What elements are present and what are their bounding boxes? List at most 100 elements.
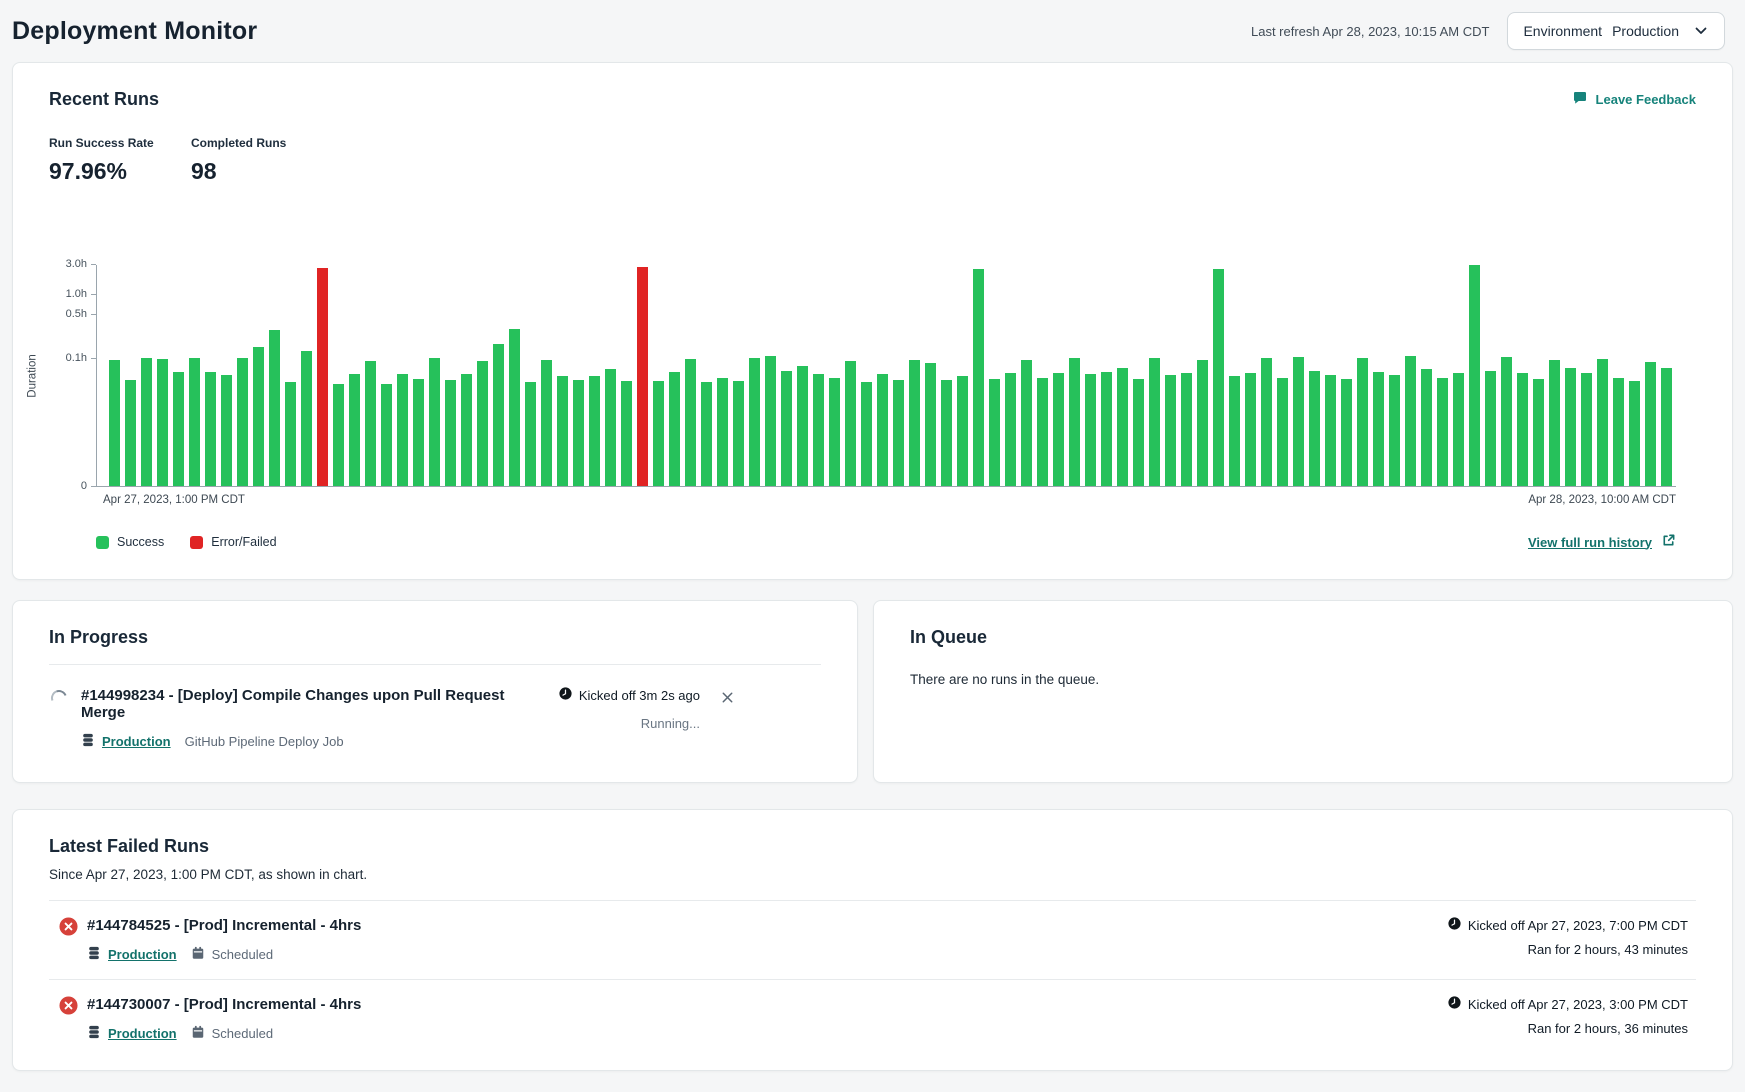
chart-bar-success[interactable] [1261, 358, 1272, 486]
chart-bar-success[interactable] [1197, 360, 1208, 486]
chart-bar-success[interactable] [701, 382, 712, 486]
chart-bar-success[interactable] [1325, 375, 1336, 486]
chart-bar-success[interactable] [1053, 373, 1064, 486]
chart-bar-success[interactable] [205, 372, 216, 486]
chart-bar-success[interactable] [1645, 362, 1656, 486]
chart-bar-success[interactable] [237, 358, 248, 486]
chart-bar-success[interactable] [1229, 376, 1240, 486]
chart-bar-success[interactable] [877, 374, 888, 486]
chart-bar-success[interactable] [1565, 368, 1576, 486]
chart-bar-success[interactable] [301, 351, 312, 486]
chart-bar-success[interactable] [861, 382, 872, 486]
chart-bar-success[interactable] [893, 380, 904, 486]
chart-bar-failed[interactable] [317, 268, 328, 486]
chart-bar-success[interactable] [733, 381, 744, 486]
chart-bar-success[interactable] [1165, 375, 1176, 486]
chart-bar-success[interactable] [781, 371, 792, 486]
environment-link[interactable]: Production [102, 734, 171, 749]
chart-bar-success[interactable] [1037, 378, 1048, 486]
chart-bar-success[interactable] [509, 329, 520, 486]
chart-bar-failed[interactable] [637, 267, 648, 486]
chart-bar-success[interactable] [285, 382, 296, 486]
chart-bar-success[interactable] [1293, 357, 1304, 486]
environment-link[interactable]: Production [108, 1026, 177, 1041]
chart-bar-success[interactable] [1245, 373, 1256, 486]
chart-bar-success[interactable] [189, 358, 200, 486]
chart-bar-success[interactable] [1549, 360, 1560, 486]
chart-bar-success[interactable] [461, 374, 472, 486]
chart-bar-success[interactable] [445, 380, 456, 486]
chart-bar-success[interactable] [1517, 373, 1528, 486]
chart-bar-success[interactable] [1533, 379, 1544, 486]
chart-bar-success[interactable] [797, 366, 808, 486]
chart-bar-success[interactable] [157, 359, 168, 486]
chart-bar-success[interactable] [589, 376, 600, 486]
chart-bar-success[interactable] [333, 384, 344, 486]
chart-bar-success[interactable] [1069, 358, 1080, 486]
chart-bar-success[interactable] [1373, 372, 1384, 486]
chart-bar-success[interactable] [1085, 374, 1096, 486]
chart-bar-success[interactable] [765, 356, 776, 486]
chart-bar-success[interactable] [845, 361, 856, 486]
chart-bar-success[interactable] [1117, 368, 1128, 486]
chart-bar-success[interactable] [1101, 372, 1112, 486]
chart-bar-success[interactable] [477, 361, 488, 486]
chart-bar-success[interactable] [973, 269, 984, 486]
chart-bar-success[interactable] [669, 372, 680, 486]
chart-bar-success[interactable] [269, 330, 280, 486]
chart-bar-success[interactable] [829, 378, 840, 486]
chart-bar-success[interactable] [381, 384, 392, 486]
chart-bar-success[interactable] [1277, 378, 1288, 486]
chart-bar-success[interactable] [125, 380, 136, 486]
chart-bar-success[interactable] [1421, 369, 1432, 486]
chart-bar-success[interactable] [1181, 373, 1192, 486]
chart-bar-success[interactable] [1005, 373, 1016, 486]
chart-bar-success[interactable] [397, 374, 408, 486]
chart-bar-success[interactable] [1357, 358, 1368, 486]
chart-bar-success[interactable] [1469, 265, 1480, 486]
environment-link[interactable]: Production [108, 947, 177, 962]
chart-bar-success[interactable] [621, 381, 632, 486]
chart-bar-success[interactable] [1581, 373, 1592, 486]
chart-bar-success[interactable] [413, 379, 424, 486]
chart-bar-success[interactable] [1453, 373, 1464, 486]
chart-bar-success[interactable] [173, 372, 184, 486]
close-button[interactable] [718, 688, 737, 710]
view-history-link[interactable]: View full run history [1528, 533, 1676, 551]
chart-bar-success[interactable] [1597, 359, 1608, 486]
chart-bar-success[interactable] [557, 376, 568, 486]
chart-bar-success[interactable] [365, 361, 376, 486]
chart-bar-success[interactable] [605, 369, 616, 486]
chart-bar-success[interactable] [1629, 381, 1640, 486]
chart-bar-success[interactable] [253, 347, 264, 486]
chart-bar-success[interactable] [109, 360, 120, 486]
chart-bar-success[interactable] [909, 360, 920, 486]
chart-bar-success[interactable] [957, 376, 968, 486]
chart-bar-success[interactable] [141, 358, 152, 486]
chart-bar-success[interactable] [941, 380, 952, 486]
chart-bar-success[interactable] [349, 374, 360, 486]
chart-bar-success[interactable] [493, 344, 504, 486]
chart-bar-success[interactable] [1501, 357, 1512, 486]
chart-bar-success[interactable] [989, 379, 1000, 486]
chart-bar-success[interactable] [1613, 378, 1624, 486]
chart-bar-success[interactable] [1213, 269, 1224, 486]
chart-bar-success[interactable] [1341, 379, 1352, 486]
chart-bar-success[interactable] [221, 375, 232, 486]
chart-bar-success[interactable] [541, 360, 552, 486]
chart-bar-success[interactable] [813, 374, 824, 486]
chart-bar-success[interactable] [1485, 371, 1496, 486]
chart-bar-success[interactable] [749, 358, 760, 486]
chart-bar-success[interactable] [525, 382, 536, 486]
chart-bar-success[interactable] [1661, 368, 1672, 486]
chart-bar-success[interactable] [1309, 371, 1320, 486]
chart-bar-success[interactable] [685, 359, 696, 486]
chart-bar-success[interactable] [653, 381, 664, 486]
chart-bar-success[interactable] [1021, 360, 1032, 486]
chart-bar-success[interactable] [573, 380, 584, 486]
chart-bar-success[interactable] [1389, 375, 1400, 486]
leave-feedback-link[interactable]: Leave Feedback [1572, 90, 1696, 109]
chart-bar-success[interactable] [925, 363, 936, 486]
chart-bar-success[interactable] [717, 378, 728, 486]
chart-bar-success[interactable] [1437, 378, 1448, 486]
